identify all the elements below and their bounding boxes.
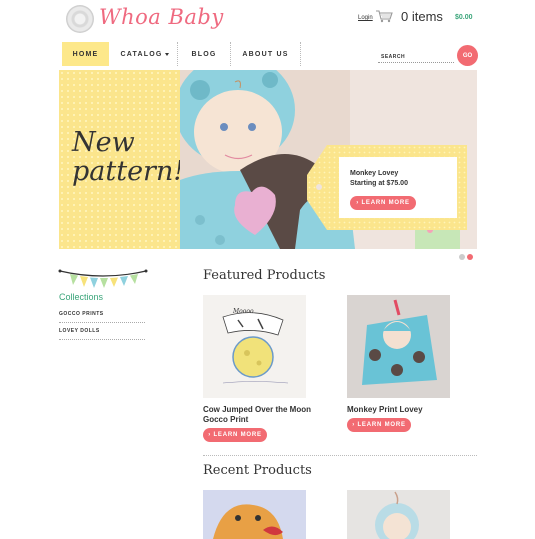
cow-moon-learn-more-button[interactable]: › LEARN MORE (203, 428, 267, 442)
collection-link-lovey-dolls[interactable]: LOVEY DOLLS (59, 328, 145, 340)
slider-dot-2[interactable] (467, 254, 473, 260)
cart-icon[interactable] (376, 9, 393, 23)
monkey-lovey-learn-more-button[interactable]: › LEARN MORE (347, 418, 411, 432)
search-label: SEARCH (381, 54, 406, 60)
featured-products-heading: Featured Products (203, 268, 326, 283)
recent-products-heading: Recent Products (203, 463, 312, 478)
nav-blog[interactable]: BLOG (178, 42, 231, 66)
section-divider (203, 455, 477, 456)
nav-catalog-label: CATALOG (120, 50, 163, 58)
slider-dot-1[interactable] (459, 254, 465, 260)
hero-title-line1: New (72, 127, 135, 158)
cart-total: $0.00 (455, 14, 473, 21)
doll-thumbnail (347, 490, 450, 539)
logo-icon[interactable] (66, 5, 94, 33)
collection-link-gocco-prints[interactable]: GOCCO PRINTS (59, 311, 145, 323)
product-image-cow-moon[interactable]: Moooo (203, 295, 306, 398)
cow-moon-illustration: Moooo (203, 295, 306, 398)
cart-item-count[interactable]: 0 items (401, 9, 443, 24)
recent-product-image-2[interactable] (347, 490, 450, 539)
nav-catalog[interactable]: CATALOG (113, 42, 178, 66)
nav-blog-label: BLOG (191, 50, 217, 58)
hero-learn-more-button[interactable]: › LEARN MORE (350, 196, 416, 210)
monkey-lovey-thumbnail (347, 295, 450, 398)
product-name-cow-moon[interactable]: Cow Jumped Over the Moon Gocco Print (203, 405, 333, 425)
hero-product-price: Starting at $75.00 (350, 180, 408, 187)
recent-product-image-1[interactable] (203, 490, 306, 539)
hero-title-line2: pattern! (72, 156, 185, 187)
collections-heading: Collections (59, 292, 104, 302)
hero-price-tag (307, 145, 467, 230)
nav-about-label: ABOUT US (242, 50, 289, 58)
product-image-monkey-lovey[interactable] (347, 295, 450, 398)
caret-down-icon (165, 52, 170, 56)
search-go-button[interactable]: GO (457, 45, 478, 66)
nav-home[interactable]: HOME (62, 42, 109, 66)
product-name-monkey-lovey[interactable]: Monkey Print Lovey (347, 405, 457, 415)
site-logo[interactable]: Whoa Baby (99, 5, 224, 29)
cow-moooo-text: Moooo (232, 308, 254, 315)
login-link[interactable]: Login (358, 15, 373, 21)
nav-home-label: HOME (72, 50, 99, 58)
hero-product-name: Monkey Lovey (350, 170, 399, 177)
nav-about-us[interactable]: ABOUT US (231, 42, 301, 66)
bunting-decoration-icon (58, 269, 148, 288)
hero-title: New pattern! (72, 128, 184, 186)
kitten-painting-thumbnail (203, 490, 306, 539)
